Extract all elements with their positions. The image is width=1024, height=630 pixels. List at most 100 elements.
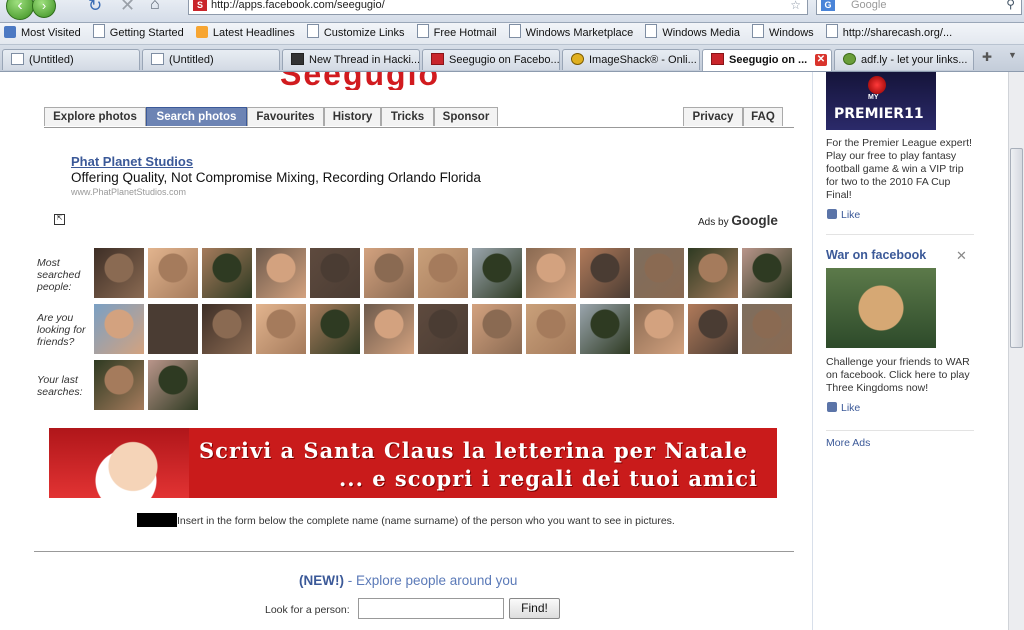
ads-by-google[interactable]: Ads by Google xyxy=(698,213,778,228)
search-placeholder: Google xyxy=(851,0,887,11)
bookmark-windows-marketplace[interactable]: Windows Marketplace xyxy=(505,23,639,44)
photo-thumbnail[interactable] xyxy=(148,360,198,410)
like-button-1[interactable]: Like xyxy=(827,209,860,221)
expand-icon[interactable]: ⇱ xyxy=(54,214,65,225)
app-logo[interactable]: Seegugio xyxy=(280,72,550,90)
look-for-person-label: Look for a person: xyxy=(265,604,350,616)
photo-thumbnail[interactable] xyxy=(472,248,522,298)
tab-explore-photos[interactable]: Explore photos xyxy=(44,107,146,126)
bookmark-latest-headlines[interactable]: Latest Headlines xyxy=(192,23,300,44)
tab-new-thread[interactable]: New Thread in Hacki... xyxy=(282,49,420,70)
premier-ad-text[interactable]: For the Premier League expert! Play our … xyxy=(826,137,974,202)
photo-thumbnail[interactable] xyxy=(580,304,630,354)
page-icon xyxy=(306,24,319,38)
photo-thumbnail[interactable] xyxy=(418,304,468,354)
banner-line-2: ... e scopri i regali dei tuoi amici xyxy=(339,466,759,491)
photo-thumbnail[interactable] xyxy=(688,248,738,298)
war-ad-title[interactable]: War on facebook xyxy=(826,248,926,262)
photo-thumbnail[interactable] xyxy=(634,304,684,354)
photo-thumbnail[interactable] xyxy=(202,248,252,298)
photo-thumbnail[interactable] xyxy=(256,248,306,298)
tab-search-photos[interactable]: Search photos xyxy=(146,107,247,126)
photo-thumbnail[interactable] xyxy=(148,304,198,354)
tab-privacy[interactable]: Privacy xyxy=(683,107,743,126)
page-icon xyxy=(416,24,429,38)
ad-title-link[interactable]: Phat Planet Studios xyxy=(71,154,193,169)
close-tab-icon[interactable]: ✕ xyxy=(815,54,827,66)
tab-history[interactable]: History xyxy=(324,107,381,126)
photo-thumbnail[interactable] xyxy=(148,248,198,298)
bookmark-free-hotmail[interactable]: Free Hotmail xyxy=(413,23,502,44)
photo-thumbnail[interactable] xyxy=(364,248,414,298)
photo-thumbnail[interactable] xyxy=(94,304,144,354)
photo-thumbnail[interactable] xyxy=(526,248,576,298)
like-button-2[interactable]: Like xyxy=(827,402,860,414)
page-icon xyxy=(825,24,838,38)
person-name-input[interactable] xyxy=(358,598,504,619)
photo-thumbnail[interactable] xyxy=(526,304,576,354)
tab-seegugio-active[interactable]: Seegugio on ... ✕ xyxy=(702,49,832,71)
bookmark-windows[interactable]: Windows xyxy=(748,23,819,44)
vertical-scrollbar[interactable] xyxy=(1008,72,1024,630)
bookmark-star-icon[interactable]: ☆ xyxy=(790,0,801,12)
photo-thumbnail[interactable] xyxy=(580,248,630,298)
photo-thumbnail[interactable] xyxy=(94,360,144,410)
tab-seegugio-1[interactable]: Seegugio on Facebo... xyxy=(422,49,560,70)
ad-description: Offering Quality, Not Compromise Mixing,… xyxy=(71,170,481,185)
forward-button[interactable]: › xyxy=(32,0,56,18)
find-button[interactable]: Find! xyxy=(509,598,560,619)
ad-url[interactable]: www.PhatPlanetStudios.com xyxy=(71,187,186,197)
last-searches-label: Your last searches: xyxy=(37,374,83,398)
photo-thumbnail[interactable] xyxy=(634,248,684,298)
back-button[interactable]: ‹ xyxy=(6,0,34,20)
tab-untitled-1[interactable]: (Untitled) xyxy=(2,49,140,70)
page-icon xyxy=(508,24,521,38)
bookmark-customize-links[interactable]: Customize Links xyxy=(303,23,410,44)
photo-thumbnail[interactable] xyxy=(94,248,144,298)
photo-thumbnail[interactable] xyxy=(418,248,468,298)
photo-thumbnail[interactable] xyxy=(256,304,306,354)
tab-faq[interactable]: FAQ xyxy=(743,107,783,126)
photo-thumbnail[interactable] xyxy=(742,304,792,354)
tab-adfly[interactable]: adf.ly - let your links... xyxy=(834,49,974,70)
search-icon[interactable]: ⚲ xyxy=(1006,0,1015,11)
seegugio-icon xyxy=(431,53,444,65)
more-ads-link[interactable]: More Ads xyxy=(826,437,870,449)
tab-imageshack[interactable]: ImageShack® - Onli... xyxy=(562,49,700,70)
photo-thumbnail[interactable] xyxy=(364,304,414,354)
photo-thumbnail[interactable] xyxy=(472,304,522,354)
scrollbar-thumb[interactable] xyxy=(1010,148,1023,348)
photo-thumbnail[interactable] xyxy=(202,304,252,354)
bookmark-windows-media[interactable]: Windows Media xyxy=(641,23,745,44)
premier-11-ad-image[interactable]: MY PREMIER11 xyxy=(826,72,936,130)
photo-thumbnail[interactable] xyxy=(688,304,738,354)
page-icon xyxy=(151,53,164,65)
photo-thumbnail[interactable] xyxy=(310,248,360,298)
christmas-banner[interactable]: Scrivi a Santa Claus la letterina per Na… xyxy=(49,428,777,498)
stop-icon[interactable]: ✕ xyxy=(120,0,135,16)
photo-thumbnail[interactable] xyxy=(310,304,360,354)
adfly-icon xyxy=(843,53,856,65)
war-ad-text[interactable]: Challenge your friends to WAR on faceboo… xyxy=(826,356,974,395)
bookmark-getting-started[interactable]: Getting Started xyxy=(89,23,189,44)
tab-tricks[interactable]: Tricks xyxy=(381,107,434,126)
home-icon[interactable]: ⌂ xyxy=(150,0,160,14)
new-tab-icon[interactable]: ✚ xyxy=(982,50,992,64)
seegugio-icon xyxy=(711,53,724,65)
reload-icon[interactable]: ↻ xyxy=(88,0,102,16)
browser-toolbar: ‹ › ↻ ✕ ⌂ Shttp://apps.facebook.com/seeg… xyxy=(0,0,1024,23)
thumbs-up-icon xyxy=(827,209,837,219)
tab-untitled-2[interactable]: (Untitled) xyxy=(142,49,280,70)
google-icon: G xyxy=(821,0,835,11)
bookmark-most-visited[interactable]: Most Visited xyxy=(0,23,86,44)
tab-sponsor[interactable]: Sponsor xyxy=(434,107,498,126)
address-bar[interactable]: Shttp://apps.facebook.com/seegugio/ ☆ xyxy=(188,0,808,15)
photo-thumbnail[interactable] xyxy=(742,248,792,298)
close-icon[interactable]: ✕ xyxy=(956,248,967,264)
war-ad-image[interactable] xyxy=(826,268,936,348)
bookmark-sharecash[interactable]: http://sharecash.org/... xyxy=(822,23,957,44)
explore-people-link[interactable]: (NEW!) - Explore people around you xyxy=(299,573,517,588)
tab-list-chevron-down-icon[interactable]: ▼ xyxy=(1008,50,1017,60)
search-box[interactable]: G Google ⚲ xyxy=(816,0,1022,15)
tab-favourites[interactable]: Favourites xyxy=(247,107,324,126)
